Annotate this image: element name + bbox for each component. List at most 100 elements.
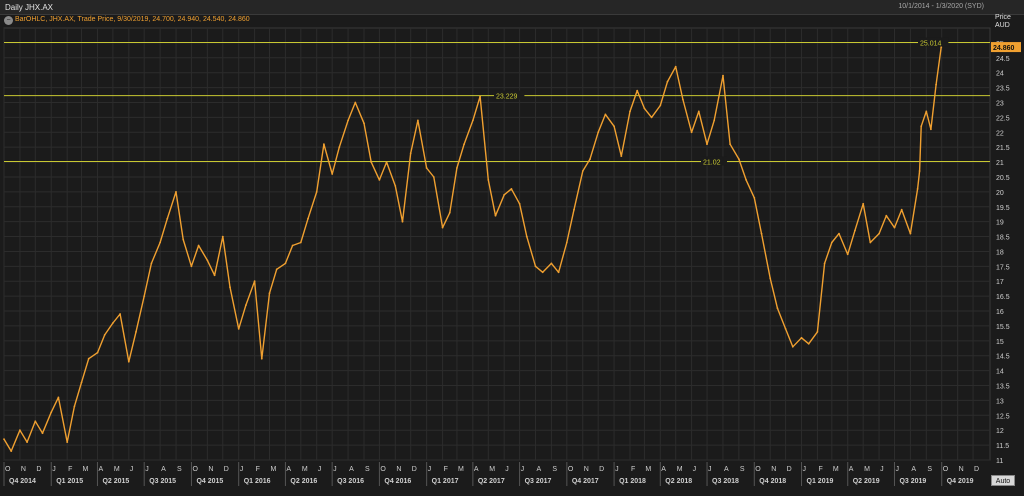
month-tick-label: D [36,466,41,473]
data-point [650,116,653,119]
quarter-tick-label: Q4 2019 [947,478,974,485]
data-point [760,232,763,235]
data-point [448,211,451,214]
y-tick-label: 11 [996,458,1003,465]
month-tick-label: D [787,466,792,473]
data-point [784,328,787,330]
data-point [80,381,83,384]
month-tick-label: J [880,466,884,473]
data-point [347,119,349,122]
data-point [3,438,5,440]
month-tick-label: J [52,466,56,473]
data-point [441,226,444,229]
y-tick-label: 13 [996,398,1004,405]
data-point [96,351,99,354]
month-tick-label: O [380,466,386,473]
month-tick-label: S [927,466,932,473]
data-point [925,110,928,113]
data-point [854,229,856,232]
y-tick-label: 19.5 [996,205,1010,212]
month-tick-label: J [708,466,712,473]
data-point [510,188,513,190]
y-tick-label: 16.5 [996,294,1010,301]
y-tick-label: 20.5 [996,175,1010,182]
y-tick-label: 21.5 [996,145,1010,152]
data-point [409,152,412,155]
month-tick-label: M [489,466,495,473]
month-tick-label: M [271,466,277,473]
quarter-tick-label: Q4 2014 [9,478,36,485]
data-point [370,161,373,164]
month-tick-label: J [505,466,509,473]
data-point [275,268,278,271]
data-point [916,188,919,190]
data-point [182,238,185,241]
data-point [299,241,302,244]
month-tick-label: O [568,466,574,473]
data-point [487,179,490,181]
price-chart[interactable]: 11 11.5 12 12.5 13 13.5 14 14.5 15 15.5 16 16.5 17 17… [0,0,1024,496]
data-point [629,110,631,113]
data-point [604,113,607,116]
month-tick-label: J [145,466,149,473]
y-tick-label: 21 [996,160,1004,167]
data-point [636,89,639,92]
data-point [800,336,803,339]
data-point [150,262,153,265]
data-point [830,241,833,244]
data-point [674,65,677,68]
data-point [697,110,700,113]
y-tick-label: 15.5 [996,324,1010,331]
data-point [307,217,309,220]
y-tick-label: 12.5 [996,413,1010,420]
y-tick-label: 22.5 [996,115,1010,122]
data-point [66,441,69,443]
month-tick-label: S [740,466,745,473]
auto-scale-button[interactable]: Auto [991,475,1015,486]
data-point [57,396,60,399]
data-point [659,104,662,107]
data-point [456,167,458,169]
reference-label: 21.02 [703,159,721,166]
quarter-tick-label: Q3 2017 [525,478,552,485]
data-point [190,265,193,268]
data-point [463,143,465,146]
quarter-tick-label: Q3 2019 [899,478,926,485]
data-point [10,450,13,452]
data-point [87,357,90,360]
data-point [385,161,388,164]
month-tick-label: N [21,466,26,473]
data-point [900,208,903,211]
data-point [103,334,106,336]
quarter-tick-label: Q1 2015 [56,478,83,485]
data-point [738,158,740,161]
data-point [550,262,553,265]
data-point [745,179,747,181]
data-point [401,220,404,223]
data-point [50,411,53,414]
y-tick-label: 15 [996,339,1004,346]
data-point [518,202,521,205]
data-point [791,345,794,348]
data-point [221,235,224,238]
quarter-tick-label: Q2 2016 [290,478,317,485]
data-point [159,241,162,244]
month-tick-label: M [833,466,839,473]
quarter-tick-label: Q2 2015 [102,478,129,485]
data-point [589,158,591,161]
month-tick-label: S [177,466,182,473]
month-tick-label: D [224,466,229,473]
month-tick-label: A [849,466,854,473]
data-point [291,244,294,247]
month-tick-label: F [444,466,448,473]
data-point [19,429,21,432]
data-point [769,277,772,280]
data-point [846,253,849,256]
data-point [573,208,575,211]
quarter-tick-label: Q4 2016 [384,478,411,485]
data-point [237,328,240,330]
month-tick-label: M [83,466,89,473]
data-point [885,214,888,217]
data-point [135,331,137,333]
data-point [753,196,756,199]
